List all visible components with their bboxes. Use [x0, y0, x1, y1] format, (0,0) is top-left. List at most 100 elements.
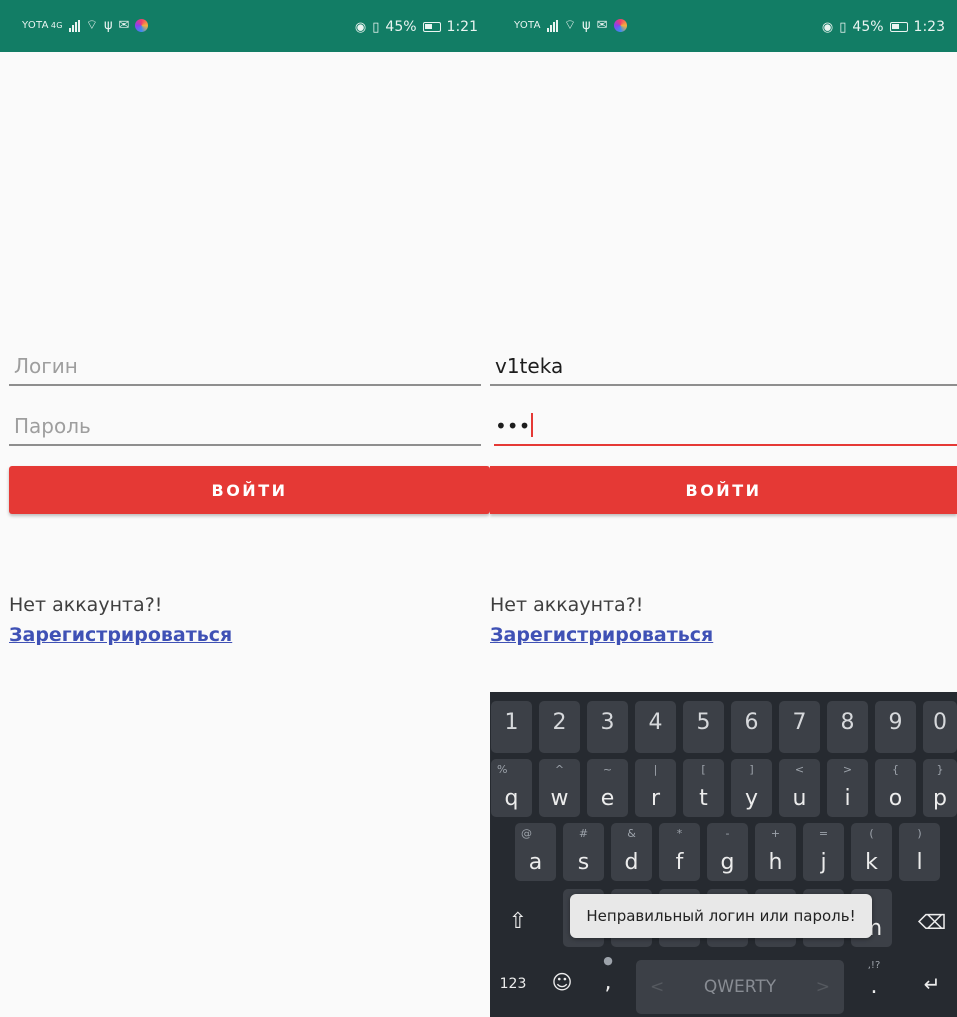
mail-icon: ✉: [596, 18, 608, 33]
key-w[interactable]: ^ w: [539, 759, 580, 817]
key-hint: >: [842, 763, 853, 776]
key-label: k: [865, 850, 878, 875]
key-r[interactable]: | r: [635, 759, 676, 817]
backspace-icon[interactable]: ⌫: [910, 897, 954, 947]
key-i[interactable]: > i: [827, 759, 868, 817]
key-y[interactable]: ] y: [731, 759, 772, 817]
key-6[interactable]: 6: [731, 701, 772, 753]
vibrate-icon: ▯: [372, 19, 380, 35]
symbols-key[interactable]: 123: [494, 976, 532, 992]
login-input[interactable]: Логин: [9, 346, 481, 386]
key-1[interactable]: 1: [491, 701, 532, 753]
key-o[interactable]: {o: [875, 759, 916, 817]
login-input[interactable]: v1teka: [490, 346, 957, 386]
key-hint: (: [869, 827, 874, 840]
comma-key[interactable]: ,: [598, 970, 618, 995]
key-hint: {: [892, 763, 899, 776]
key-label: y: [744, 786, 759, 811]
key-j[interactable]: = j: [803, 823, 844, 881]
shift-icon[interactable]: ⇧: [498, 897, 538, 947]
space-bar[interactable]: < QWERTY >: [636, 960, 844, 1014]
battery-percent: 45%: [852, 19, 884, 35]
key-q[interactable]: % q: [491, 759, 532, 817]
password-input[interactable]: Пароль: [9, 406, 481, 446]
key-0[interactable]: 0: [923, 701, 957, 753]
key-k[interactable]: (k: [851, 823, 892, 881]
key-hint: +: [770, 827, 781, 840]
mic-icon: ●: [603, 954, 613, 967]
key-f[interactable]: * f: [659, 823, 700, 881]
text-caret: [531, 413, 534, 437]
key-label: r: [650, 786, 661, 811]
key-8[interactable]: 8: [827, 701, 868, 753]
key-hint: ): [917, 827, 922, 840]
key-hint: }: [936, 763, 944, 776]
space-label: QWERTY: [703, 977, 777, 997]
login-button[interactable]: ВОЙТИ: [490, 466, 957, 514]
key-p[interactable]: } p: [923, 759, 957, 817]
signal-icon: [546, 19, 558, 32]
key-label: 9: [888, 710, 903, 735]
enter-icon[interactable]: ↵: [910, 972, 954, 996]
key-label: p: [933, 786, 947, 811]
vibrate-icon: ▯: [839, 19, 847, 35]
key-l[interactable]: ) l: [899, 823, 940, 881]
key-hint: ^: [554, 763, 565, 776]
key-label: 6: [744, 710, 759, 735]
key-label: 4: [648, 710, 663, 735]
signal-icon: [68, 19, 80, 32]
key-d[interactable]: & d: [611, 823, 652, 881]
key-5[interactable]: 5: [683, 701, 724, 753]
key-hint: =: [818, 827, 829, 840]
key-g[interactable]: -g: [707, 823, 748, 881]
password-input[interactable]: •••: [494, 406, 957, 446]
key-9[interactable]: 9: [875, 701, 916, 753]
no-account-text: Нет аккаунта?!: [490, 594, 644, 616]
emoji-icon[interactable]: ☺: [546, 970, 578, 994]
key-label: w: [550, 786, 569, 811]
login-placeholder: Логин: [14, 354, 78, 378]
login-button[interactable]: ВОЙТИ: [9, 466, 490, 514]
eye-icon: ◉: [821, 19, 834, 35]
usb-icon: ψ: [103, 18, 113, 33]
key-label: o: [888, 786, 903, 811]
key-hint: [: [701, 763, 706, 776]
key-7[interactable]: 7: [779, 701, 820, 753]
key-s[interactable]: # s: [563, 823, 604, 881]
battery-percent: 45%: [385, 19, 417, 35]
key-label: 8: [840, 710, 855, 735]
clock: 1:23: [913, 19, 945, 35]
register-link[interactable]: Зарегистрироваться: [490, 624, 713, 646]
key-h[interactable]: + h: [755, 823, 796, 881]
period-key[interactable]: .: [864, 974, 884, 999]
login-screen-empty: YOTA 4G ⌔ ψ ✉ ◉ ▯ 45% 1:21 Логин Пароль …: [0, 0, 490, 1017]
app-icon: [135, 19, 149, 32]
key-t[interactable]: [t: [683, 759, 724, 817]
eye-icon: ◉: [354, 19, 367, 35]
key-a[interactable]: @ a: [515, 823, 556, 881]
key-4[interactable]: 4: [635, 701, 676, 753]
key-label: 5: [696, 710, 711, 735]
login-screen-filled: YOTA ⌔ ψ ✉ ◉ ▯ 45% 1:23 v1teka ••• ВОЙТИ…: [490, 0, 957, 1017]
key-u[interactable]: < u: [779, 759, 820, 817]
password-value-wrap: •••: [495, 413, 534, 438]
key-e[interactable]: ~ e: [587, 759, 628, 817]
key-label: a: [528, 850, 543, 875]
key-label: 2: [552, 710, 567, 735]
wifi-icon: ⌔: [563, 18, 577, 33]
mail-icon: ✉: [118, 18, 130, 33]
status-bar: YOTA 4G ⌔ ψ ✉ ◉ ▯ 45% 1:21: [0, 0, 490, 52]
space-left-arrow: <: [650, 977, 665, 997]
register-link[interactable]: Зарегистрироваться: [9, 624, 232, 646]
network-type-label: 4G: [50, 21, 63, 30]
key-2[interactable]: 2: [539, 701, 580, 753]
soft-keyboard: 1 2 3 4 5 6 7 8 9 0 % q ^ w ~ e | r [t ] y < u…: [490, 692, 957, 1017]
key-label: g: [720, 850, 735, 875]
key-hint: ]: [749, 763, 754, 776]
key-label: 1: [504, 710, 519, 735]
key-label: u: [792, 786, 807, 811]
usb-icon: ψ: [582, 18, 591, 33]
key-3[interactable]: 3: [587, 701, 628, 753]
carrier-label: YOTA: [22, 20, 49, 31]
key-label: 0: [933, 710, 947, 735]
